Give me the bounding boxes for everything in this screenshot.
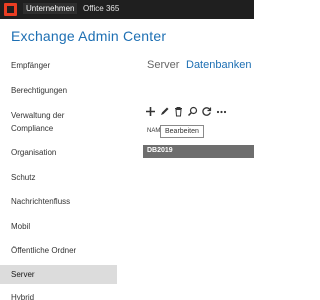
top-bar: Unternehmen Office 365	[0, 0, 254, 19]
page-title: Exchange Admin Center	[11, 28, 167, 44]
refresh-icon[interactable]	[201, 106, 212, 117]
sidebar-item-server[interactable]: Server	[0, 265, 117, 284]
topnav-unternehmen[interactable]: Unternehmen	[23, 3, 78, 14]
sidebar-item-schutz[interactable]: Schutz	[0, 172, 117, 184]
more-icon[interactable]	[216, 106, 227, 117]
sidebar-item-nachrichtenfluss[interactable]: Nachrichtenfluss	[0, 196, 117, 208]
table-row[interactable]: DB2019	[143, 145, 254, 158]
sidebar-item-hybrid[interactable]: Hybrid	[0, 292, 117, 300]
edit-icon[interactable]	[159, 106, 170, 117]
sidebar-item-mobil[interactable]: Mobil	[0, 221, 117, 233]
sidebar-item-empfaenger[interactable]: Empfänger	[0, 60, 117, 72]
sidebar-item-organisation[interactable]: Organisation	[0, 147, 117, 159]
sidebar: Empfänger Berechtigungen Verwaltung der …	[0, 56, 117, 300]
tab-server[interactable]: Server	[147, 59, 179, 71]
column-header-name[interactable]: NAM	[147, 128, 160, 134]
edit-tooltip: Bearbeiten	[160, 125, 204, 138]
delete-icon[interactable]	[173, 106, 184, 117]
topnav-office365[interactable]: Office 365	[80, 3, 122, 14]
sidebar-item-oeffentliche-ordner[interactable]: Öffentliche Ordner	[0, 245, 117, 257]
office-logo-icon[interactable]	[4, 3, 17, 16]
sidebar-item-berechtigungen[interactable]: Berechtigungen	[0, 85, 117, 97]
search-icon[interactable]	[187, 106, 198, 117]
row-name: DB2019	[147, 147, 173, 154]
add-icon[interactable]	[145, 106, 156, 117]
tab-datenbanken[interactable]: Datenbanken	[186, 59, 251, 71]
sidebar-item-compliance[interactable]: Verwaltung der Compliance	[0, 109, 117, 135]
